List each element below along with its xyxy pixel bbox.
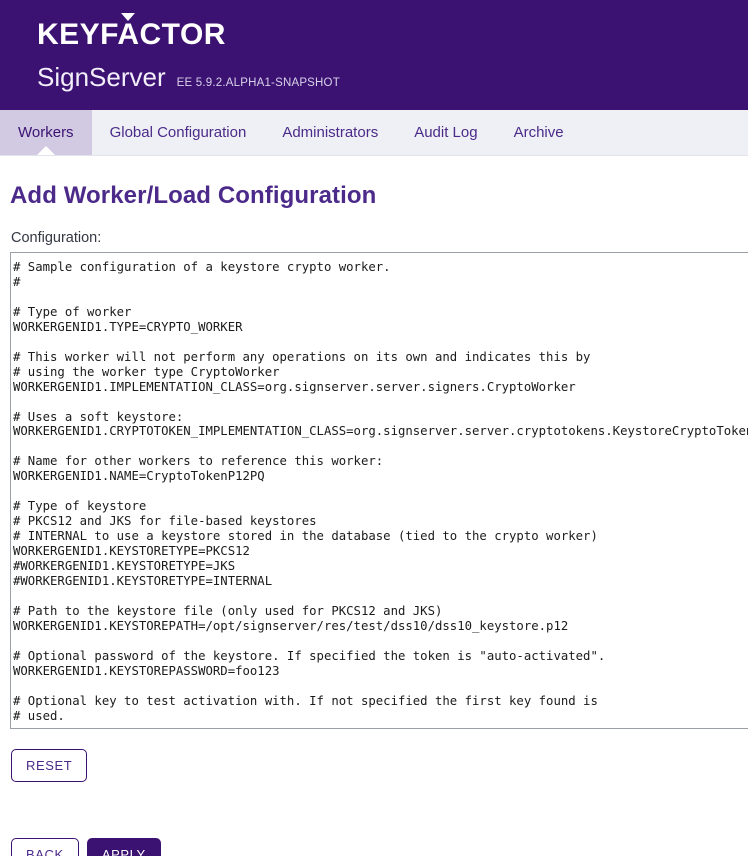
form-action-row: BACK APPLY [11,838,748,856]
app-header: KEYFACTOR SignServer EE 5.9.2.ALPHA1-SNA… [0,0,748,110]
app-title-line: SignServer EE 5.9.2.ALPHA1-SNAPSHOT [37,64,340,90]
main-navigation-tabs: Workers Global Configuration Administrat… [0,110,748,156]
tab-archive[interactable]: Archive [496,110,582,155]
tab-administrators-label: Administrators [282,124,378,141]
tab-workers[interactable]: Workers [0,110,92,155]
keyfactor-logo: KEYFACTOR [37,20,226,50]
page-title: Add Worker/Load Configuration [10,182,748,210]
tab-workers-label: Workers [18,124,74,141]
main-content: Add Worker/Load Configuration Configurat… [0,182,748,856]
triangle-down-icon [121,13,135,21]
configuration-textarea[interactable]: # Sample configuration of a keystore cry… [10,252,748,729]
tab-administrators[interactable]: Administrators [264,110,396,155]
app-name: SignServer [37,64,166,90]
tab-archive-label: Archive [514,124,564,141]
reset-button-row: RESET [11,749,748,782]
app-version: EE 5.9.2.ALPHA1-SNAPSHOT [177,77,340,89]
tab-global-configuration-label: Global Configuration [110,124,247,141]
brand-name: KEYFACTOR [37,20,226,50]
tab-audit-log[interactable]: Audit Log [396,110,495,155]
active-tab-notch-icon [37,146,55,155]
tab-global-configuration[interactable]: Global Configuration [92,110,265,155]
apply-button[interactable]: APPLY [87,838,161,856]
configuration-label: Configuration: [11,230,748,246]
reset-button[interactable]: RESET [11,749,87,782]
configuration-text[interactable]: # Sample configuration of a keystore cry… [11,257,748,724]
back-button[interactable]: BACK [11,838,79,856]
tab-audit-log-label: Audit Log [414,124,477,141]
